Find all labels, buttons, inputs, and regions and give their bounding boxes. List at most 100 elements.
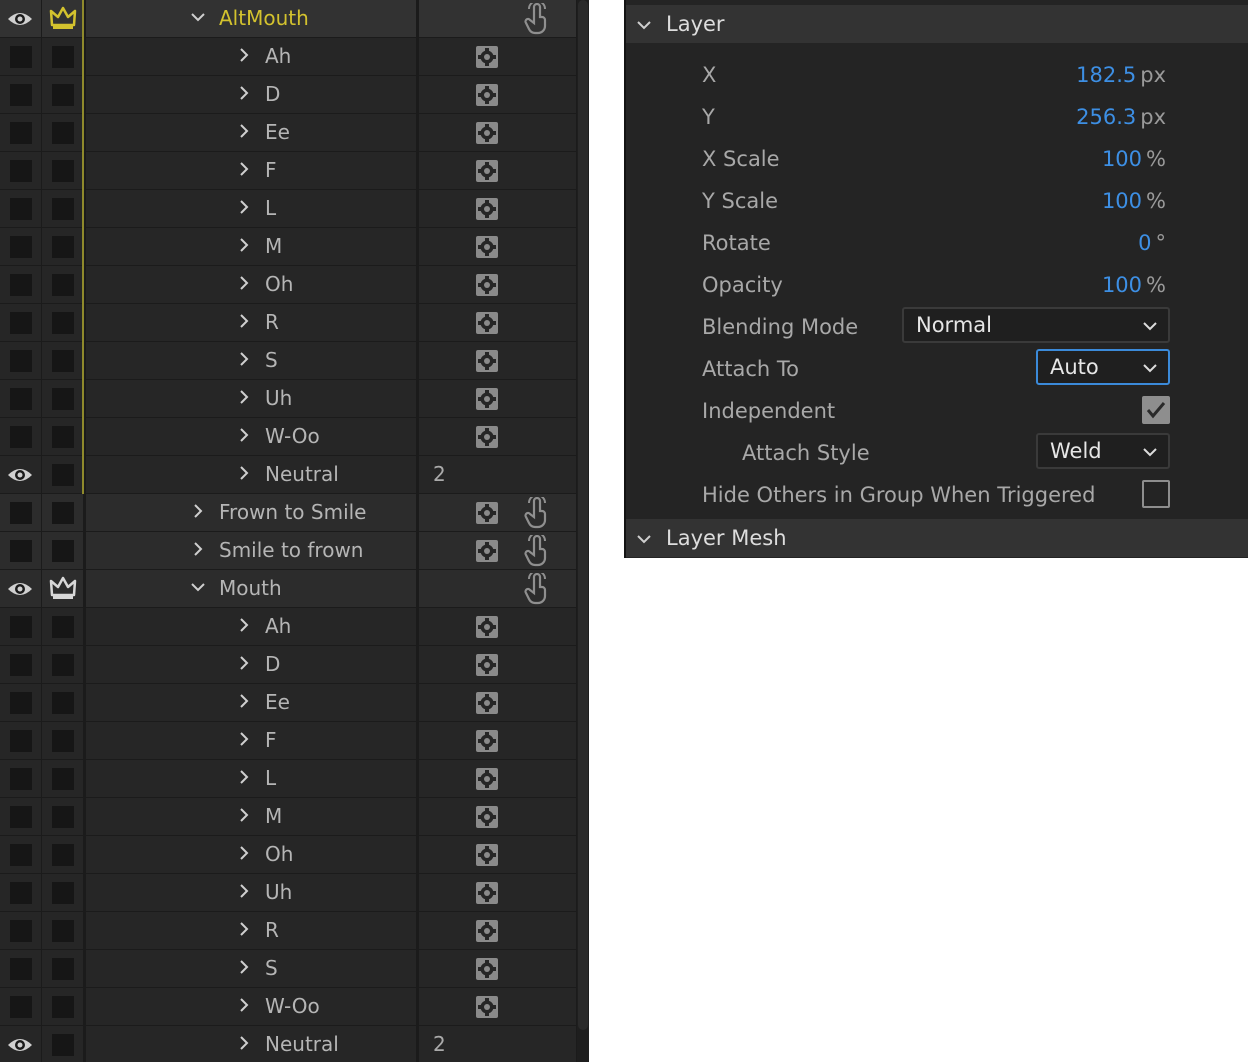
independent-toggle[interactable] — [42, 912, 83, 949]
chevron-right-icon[interactable] — [236, 997, 252, 1013]
visibility-toggle[interactable] — [0, 76, 41, 113]
layer-row[interactable]: Ah — [0, 38, 576, 76]
visibility-toggle[interactable] — [0, 190, 41, 227]
layer-name-cell[interactable]: M — [86, 798, 416, 835]
gear-icon[interactable] — [475, 843, 499, 867]
hand-trigger-icon[interactable] — [523, 497, 551, 529]
layer-name-cell[interactable]: M — [86, 228, 416, 265]
independent-toggle[interactable] — [42, 722, 83, 759]
hide-others-checkbox[interactable] — [1142, 480, 1170, 508]
gear-icon[interactable] — [475, 121, 499, 145]
layer-row[interactable]: L — [0, 190, 576, 228]
scrollbar-thumb[interactable] — [578, 0, 588, 1030]
independent-toggle[interactable] — [42, 418, 83, 455]
layer-name-cell[interactable]: Mouth — [86, 570, 416, 607]
layer-name-cell[interactable]: D — [86, 76, 416, 113]
chevron-right-icon[interactable] — [236, 655, 252, 671]
x-value[interactable]: 182.5 px — [1076, 63, 1166, 87]
layer-name-cell[interactable]: Neutral — [86, 1026, 416, 1062]
gear-icon[interactable] — [475, 349, 499, 373]
visibility-toggle[interactable] — [0, 646, 41, 683]
layer-name-cell[interactable]: W-Oo — [86, 988, 416, 1025]
layer-name-cell[interactable]: Uh — [86, 380, 416, 417]
gear-icon[interactable] — [475, 387, 499, 411]
attach-to-dropdown[interactable]: Auto — [1036, 349, 1170, 385]
layer-group-row[interactable]: AltMouth — [0, 0, 576, 38]
layer-row[interactable]: R — [0, 304, 576, 342]
independent-toggle[interactable] — [42, 228, 83, 265]
layer-group-row[interactable]: Mouth — [0, 570, 576, 608]
chevron-right-icon[interactable] — [236, 199, 252, 215]
chevron-down-icon[interactable] — [190, 9, 206, 25]
rotate-value[interactable]: 0 ° — [1138, 231, 1166, 255]
visibility-toggle[interactable] — [0, 114, 41, 151]
chevron-right-icon[interactable] — [236, 617, 252, 633]
visibility-toggle[interactable] — [0, 228, 41, 265]
independent-toggle[interactable] — [42, 608, 83, 645]
independent-toggle[interactable] — [42, 646, 83, 683]
independent-toggle[interactable] — [42, 836, 83, 873]
independent-toggle[interactable] — [42, 456, 83, 493]
independent-toggle[interactable] — [42, 114, 83, 151]
layer-mesh-section-header[interactable]: Layer Mesh — [626, 519, 1248, 557]
independent-toggle[interactable] — [42, 874, 83, 911]
independent-toggle[interactable] — [42, 950, 83, 987]
visibility-toggle[interactable] — [0, 608, 41, 645]
layer-name-cell[interactable]: S — [86, 342, 416, 379]
independent-toggle[interactable] — [42, 266, 83, 303]
layer-name-cell[interactable]: D — [86, 646, 416, 683]
layer-row[interactable]: D — [0, 76, 576, 114]
gear-icon[interactable] — [475, 615, 499, 639]
independent-toggle[interactable] — [42, 532, 83, 569]
gear-icon[interactable] — [475, 805, 499, 829]
chevron-right-icon[interactable] — [236, 85, 252, 101]
independent-toggle[interactable] — [42, 494, 83, 531]
gear-icon[interactable] — [475, 45, 499, 69]
layer-row[interactable]: F — [0, 152, 576, 190]
visibility-toggle[interactable] — [0, 342, 41, 379]
layer-name-cell[interactable]: Ee — [86, 684, 416, 721]
layer-row[interactable]: L — [0, 760, 576, 798]
visibility-toggle[interactable] — [0, 456, 41, 493]
gear-icon[interactable] — [475, 881, 499, 905]
independent-toggle[interactable] — [42, 38, 83, 75]
layer-name-cell[interactable]: L — [86, 760, 416, 797]
independent-toggle[interactable] — [42, 190, 83, 227]
layer-name-cell[interactable]: F — [86, 722, 416, 759]
layer-name-cell[interactable]: S — [86, 950, 416, 987]
visibility-toggle[interactable] — [0, 912, 41, 949]
layers-scrollbar[interactable] — [577, 0, 589, 1062]
independent-toggle[interactable] — [42, 1026, 83, 1062]
layer-row[interactable]: W-Oo — [0, 988, 576, 1026]
visibility-toggle[interactable] — [0, 684, 41, 721]
layer-row[interactable]: Neutral 2 — [0, 1026, 576, 1062]
visibility-toggle[interactable] — [0, 152, 41, 189]
visibility-toggle[interactable] — [0, 798, 41, 835]
visibility-toggle[interactable] — [0, 988, 41, 1025]
chevron-right-icon[interactable] — [236, 275, 252, 291]
layer-name-cell[interactable]: Neutral — [86, 456, 416, 493]
chevron-right-icon[interactable] — [236, 921, 252, 937]
visibility-toggle[interactable] — [0, 532, 41, 569]
gear-icon[interactable] — [475, 919, 499, 943]
visibility-toggle[interactable] — [0, 760, 41, 797]
hand-trigger-icon[interactable] — [523, 3, 551, 35]
gear-icon[interactable] — [475, 311, 499, 335]
layer-name-cell[interactable]: R — [86, 304, 416, 341]
layer-section-header[interactable]: Layer — [626, 5, 1248, 43]
gear-icon[interactable] — [475, 197, 499, 221]
chevron-right-icon[interactable] — [236, 123, 252, 139]
visibility-toggle[interactable] — [0, 494, 41, 531]
independent-toggle[interactable] — [42, 570, 83, 607]
gear-icon[interactable] — [475, 691, 499, 715]
chevron-down-icon[interactable] — [190, 579, 206, 595]
visibility-toggle[interactable] — [0, 1026, 41, 1062]
visibility-toggle[interactable] — [0, 38, 41, 75]
chevron-right-icon[interactable] — [236, 1035, 252, 1051]
visibility-toggle[interactable] — [0, 722, 41, 759]
independent-toggle[interactable] — [42, 760, 83, 797]
y-value[interactable]: 256.3 px — [1076, 105, 1166, 129]
layer-row[interactable]: Uh — [0, 874, 576, 912]
chevron-right-icon[interactable] — [190, 541, 206, 557]
chevron-right-icon[interactable] — [236, 351, 252, 367]
